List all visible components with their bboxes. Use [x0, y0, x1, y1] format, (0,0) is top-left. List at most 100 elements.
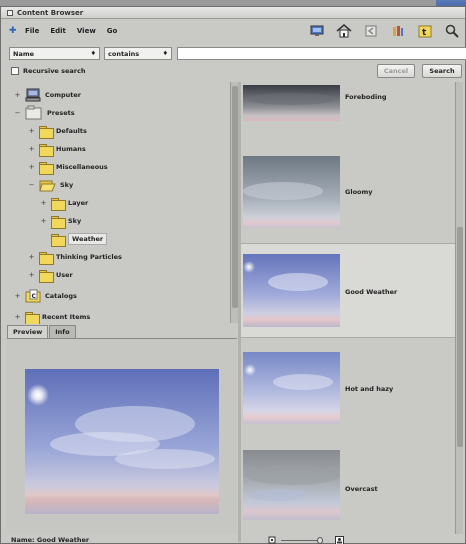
sky-preview-image: [25, 369, 219, 514]
close-icon[interactable]: [7, 9, 13, 16]
tree-item-label: Miscellaneous: [56, 163, 108, 171]
tree-item-label: Defaults: [56, 127, 87, 135]
list-item-label: Overcast: [345, 485, 378, 493]
back-icon[interactable]: [362, 22, 380, 40]
tab-info[interactable]: Info: [49, 325, 76, 338]
list-item[interactable]: Hot and hazy: [241, 340, 455, 435]
forward-icon[interactable]: [389, 22, 407, 40]
tree-item-label: Sky: [68, 217, 82, 225]
folder-open-icon: [39, 180, 56, 191]
chevron-down-icon: ♦: [162, 50, 168, 57]
thumbnail-foreboding: [243, 85, 340, 121]
tree-item-label: Presets: [47, 109, 75, 117]
preview-name-row: Name: Good Weather: [11, 536, 89, 544]
list-item[interactable]: Foreboding: [241, 82, 455, 130]
tree-item-label: Humans: [56, 145, 86, 153]
tab-preview[interactable]: Preview: [7, 325, 49, 338]
tree-item[interactable]: + Miscellaneous: [28, 158, 108, 176]
tree-item-label: User: [56, 271, 73, 279]
tree-scrollbar[interactable]: [230, 82, 238, 323]
list-item[interactable]: Gloomy: [241, 144, 455, 239]
tree-item-label: Weather: [68, 233, 108, 245]
search-input[interactable]: [177, 47, 466, 60]
catalog-icon[interactable]: t: [416, 22, 434, 40]
collapse-icon[interactable]: −: [14, 109, 21, 117]
tree-item[interactable]: + User: [28, 266, 73, 284]
expand-icon[interactable]: +: [28, 253, 35, 261]
tree-item[interactable]: + C Catalogs: [14, 287, 77, 305]
list-item-label: Gloomy: [345, 188, 373, 196]
list-scrollbar[interactable]: [455, 82, 463, 534]
expand-icon[interactable]: +: [28, 145, 35, 153]
operator-select[interactable]: contains ♦: [104, 47, 172, 60]
thumbnail-gloomy: [243, 156, 340, 228]
tree-item-label: Thinking Particles: [56, 253, 122, 261]
tree-item[interactable]: + Defaults: [28, 122, 87, 140]
tree-item[interactable]: + Computer: [14, 86, 81, 104]
tree-item-selected[interactable]: Weather: [51, 230, 108, 248]
collapse-icon[interactable]: −: [28, 181, 35, 189]
cancel-button[interactable]: Cancel: [377, 64, 415, 78]
catalog-folder-icon: C: [25, 289, 41, 303]
app-menu-icon[interactable]: ✚: [9, 26, 19, 36]
tree-item[interactable]: + Sky: [40, 212, 81, 230]
expand-icon[interactable]: +: [28, 163, 35, 171]
small-thumbnail-icon[interactable]: [268, 536, 276, 544]
operator-select-value: contains: [108, 50, 140, 58]
tree-item[interactable]: + Recent Items: [14, 308, 90, 324]
recursive-search-label: Recursive search: [23, 67, 86, 75]
expand-icon[interactable]: +: [28, 127, 35, 135]
thumbnail-overcast: [243, 450, 340, 520]
list-scrollbar-thumb[interactable]: [457, 227, 463, 447]
tree-item[interactable]: − Sky: [28, 176, 73, 194]
recursive-search-checkbox[interactable]: [11, 67, 19, 75]
field-select-value: Name: [13, 50, 35, 58]
thumbnail-good-weather: [243, 254, 340, 327]
folder-icon: [39, 125, 54, 139]
tree-item[interactable]: − Presets: [14, 104, 75, 122]
preview-panel: [7, 338, 237, 534]
menu-file[interactable]: File: [25, 27, 39, 35]
expand-icon[interactable]: +: [14, 292, 21, 300]
tree-item[interactable]: + Layer: [40, 194, 88, 212]
expand-icon[interactable]: +: [28, 271, 35, 279]
name-label: Name:: [11, 536, 35, 544]
list-item-selected[interactable]: Good Weather: [241, 243, 455, 338]
folder-icon: [39, 161, 54, 175]
folder-icon: [39, 269, 54, 283]
search-icon[interactable]: [443, 22, 461, 40]
zoom-bar: [241, 536, 455, 544]
field-select[interactable]: Name ♦: [9, 47, 100, 60]
large-thumbnail-icon[interactable]: [335, 536, 344, 544]
expand-icon[interactable]: +: [14, 91, 21, 99]
menu-go[interactable]: Go: [107, 27, 118, 35]
name-value: Good Weather: [36, 536, 90, 544]
tree-item-label: Layer: [68, 199, 89, 207]
expand-icon[interactable]: +: [40, 217, 47, 225]
tree-item-label: Recent Items: [42, 313, 91, 321]
title-bar[interactable]: Content Browser: [1, 7, 465, 19]
filter-row: Name ♦ contains ♦: [1, 44, 466, 62]
svg-text:C: C: [32, 293, 37, 300]
menu-view[interactable]: View: [77, 27, 96, 35]
search-button[interactable]: Search: [422, 64, 462, 78]
chevron-down-icon: ♦: [90, 50, 96, 57]
thumbnail-hot-and-hazy: [243, 352, 340, 424]
expand-icon[interactable]: +: [40, 199, 47, 207]
folder-icon: [39, 251, 54, 265]
expand-icon[interactable]: +: [14, 313, 21, 321]
computer-icon: [25, 88, 41, 102]
home-icon[interactable]: [335, 22, 353, 40]
zoom-slider-handle[interactable]: [317, 537, 323, 544]
tree-item[interactable]: + Thinking Particles: [28, 248, 122, 266]
preset-list: Foreboding Gloomy Good Weather Hot and h…: [241, 82, 455, 534]
list-item[interactable]: Overcast: [241, 438, 455, 533]
preview-tabs: Preview Info: [7, 325, 76, 338]
window-title: Content Browser: [17, 8, 84, 17]
list-item-label: Foreboding: [345, 93, 387, 101]
desktop-icon[interactable]: [308, 22, 326, 40]
menu-edit[interactable]: Edit: [50, 27, 66, 35]
options-row: Recursive search Cancel Search: [1, 63, 465, 79]
list-item-label: Hot and hazy: [345, 385, 394, 393]
tree-item[interactable]: + Humans: [28, 140, 86, 158]
